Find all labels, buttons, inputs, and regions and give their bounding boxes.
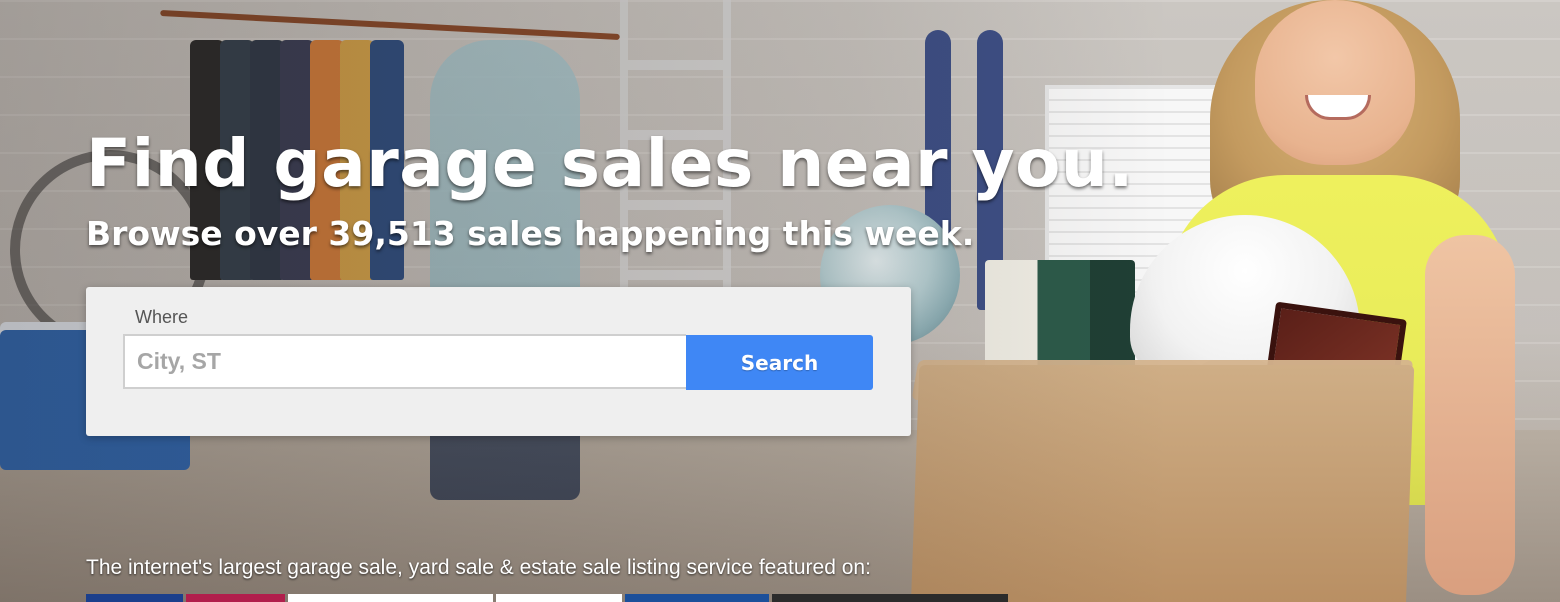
featured-on-text: The internet's largest garage sale, yard… [86, 556, 871, 579]
hero-subheadline: Browse over 39,513 sales happening this … [86, 214, 975, 253]
where-input[interactable] [123, 334, 686, 389]
press-logo [288, 594, 493, 602]
press-logo [496, 594, 622, 602]
where-label: Where [135, 307, 189, 327]
press-logo [625, 594, 769, 602]
search-button[interactable]: Search [686, 335, 873, 390]
hero-headline: Find garage sales near you. [86, 125, 1134, 202]
press-logo [86, 594, 183, 602]
press-logo [772, 594, 1008, 602]
search-panel: Where Search [86, 287, 911, 436]
press-logos-strip [86, 594, 1008, 602]
press-logo [186, 594, 285, 602]
